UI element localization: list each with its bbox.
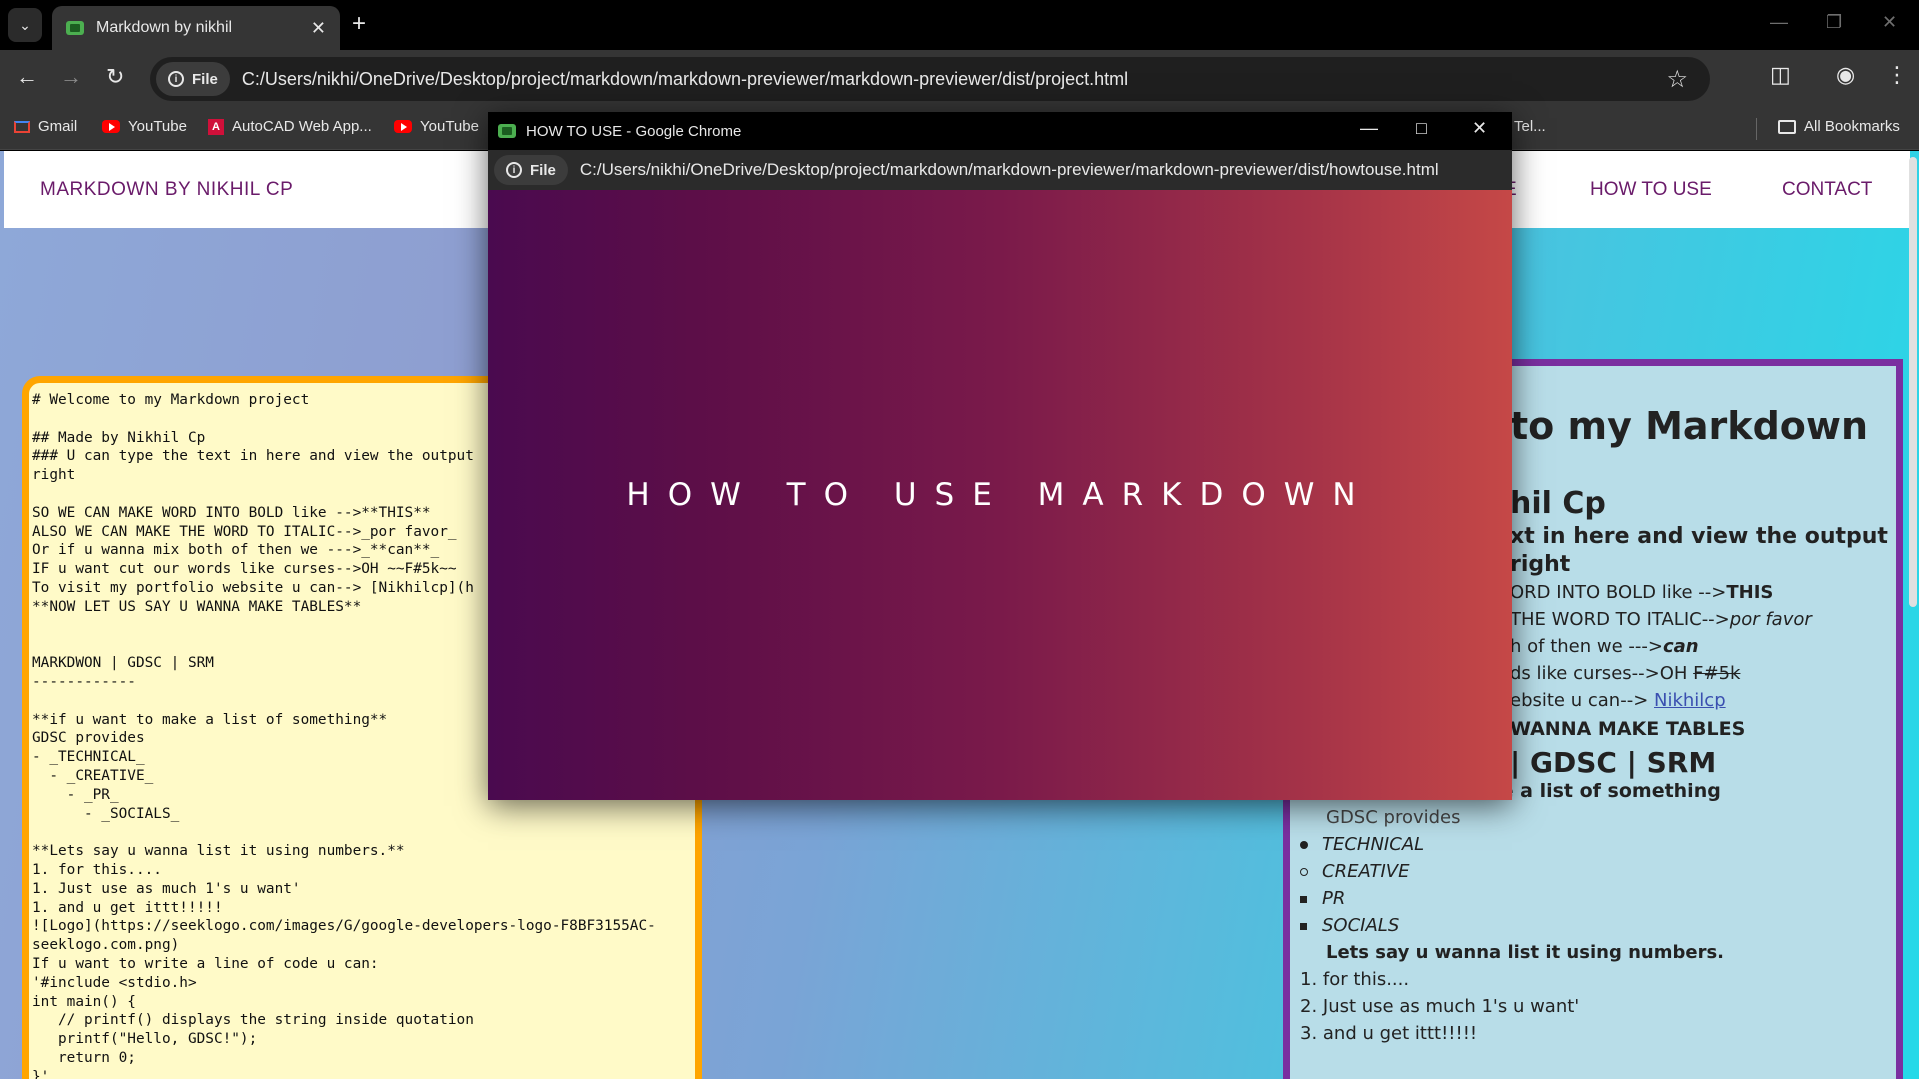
- bookmark-label: AutoCAD Web App...: [232, 118, 372, 135]
- bookmark-label: YouTube: [128, 118, 187, 135]
- gmail-icon: [14, 120, 30, 133]
- list-item: TECHNICAL: [1300, 834, 1424, 855]
- preview-link-line: ebsite u can--> Nikhilcp: [1510, 690, 1726, 711]
- youtube-icon: [102, 120, 120, 133]
- reload-icon[interactable]: ↻: [106, 64, 124, 90]
- popup-maximize-icon[interactable]: □: [1416, 118, 1427, 139]
- preview-numbers-heading: Lets say u wanna list it using numbers.: [1326, 942, 1725, 963]
- popup-window-title: HOW TO USE - Google Chrome: [526, 122, 742, 140]
- ordered-item: 2. Just use as much 1's u want': [1300, 996, 1580, 1017]
- tab-search-button[interactable]: ⌄: [8, 8, 42, 42]
- preview-mix-line: h of then we --->can: [1510, 636, 1699, 657]
- popup-site-info-chip[interactable]: i File: [494, 155, 568, 185]
- preview-bold-line: ORD INTO BOLD like -->THIS: [1510, 582, 1774, 603]
- bookmark-youtube-2[interactable]: YouTube: [394, 118, 479, 135]
- preview-h2: hil Cp: [1510, 486, 1606, 521]
- forward-arrow-icon[interactable]: →: [60, 64, 82, 90]
- list-item: PR: [1300, 888, 1345, 909]
- popup-titlebar[interactable]: HOW TO USE - Google Chrome — □ ✕: [488, 112, 1512, 150]
- bookmark-autocad[interactable]: A AutoCAD Web App...: [208, 118, 372, 135]
- ordered-item: 1. for this....: [1300, 969, 1410, 990]
- popup-minimize-icon[interactable]: —: [1360, 118, 1378, 139]
- close-tab-icon[interactable]: ✕: [311, 18, 326, 39]
- bookmark-label: Gmail: [38, 118, 78, 135]
- minimize-icon[interactable]: —: [1770, 12, 1788, 33]
- menu-kebab-icon[interactable]: ⋮: [1886, 62, 1908, 88]
- profile-avatar-icon[interactable]: ◉: [1836, 62, 1855, 88]
- url-text: C:/Users/nikhi/OneDrive/Desktop/project/…: [241, 68, 1129, 89]
- bookmark-star-icon[interactable]: ☆: [1666, 65, 1688, 94]
- tab-title: Markdown by nikhil: [96, 19, 233, 36]
- all-bookmarks-label: All Bookmarks: [1804, 118, 1900, 135]
- preview-h3-line2: right: [1510, 552, 1571, 577]
- nav-link-how-to-use[interactable]: HOW TO USE: [1590, 179, 1712, 201]
- portfolio-link[interactable]: Nikhilcp: [1654, 690, 1726, 711]
- nav-link-contact[interactable]: CONTACT: [1782, 179, 1872, 201]
- preview-h3: xt in here and view the output: [1510, 524, 1888, 549]
- folder-icon: [1778, 119, 1796, 134]
- youtube-icon: [394, 120, 412, 133]
- bookmark-youtube[interactable]: YouTube: [102, 118, 187, 135]
- bookmark-gmail[interactable]: Gmail: [14, 118, 77, 135]
- preview-italic-line: THE WORD TO ITALIC-->por favor: [1510, 609, 1812, 630]
- info-icon: i: [506, 162, 522, 178]
- site-brand[interactable]: MARKDOWN BY NIKHIL CP: [40, 179, 293, 201]
- autocad-icon: A: [208, 118, 224, 135]
- new-tab-plus-icon[interactable]: +: [352, 10, 366, 38]
- address-bar[interactable]: i File C:/Users/nikhi/OneDrive/Desktop/p…: [150, 57, 1710, 101]
- preview-curse-line: ds like curses-->OH F#5k: [1510, 663, 1741, 684]
- bookmarks-divider: [1756, 118, 1757, 140]
- extensions-puzzle-icon[interactable]: ◫: [1770, 62, 1791, 88]
- all-bookmarks-button[interactable]: All Bookmarks: [1778, 118, 1900, 135]
- preview-tables-line: WANNA MAKE TABLES: [1510, 718, 1746, 740]
- active-tab[interactable]: Markdown by nikhil ✕: [52, 6, 340, 50]
- how-to-use-popup-window: HOW TO USE - Google Chrome — □ ✕ i File …: [488, 112, 1512, 800]
- chevron-down-icon: ⌄: [19, 16, 31, 33]
- list-item: SOCIALS: [1300, 915, 1399, 936]
- popup-address-bar: i File C:/Users/nikhi/OneDrive/Desktop/p…: [488, 150, 1512, 190]
- popup-url-text: C:/Users/nikhi/OneDrive/Desktop/project/…: [579, 160, 1439, 179]
- preview-table-header: | GDSC | SRM: [1510, 746, 1717, 779]
- tab-favicon-icon: [66, 21, 84, 35]
- browser-toolbar: ← → ↻ i File C:/Users/nikhi/OneDrive/Des…: [0, 50, 1919, 108]
- site-info-chip[interactable]: i File: [156, 62, 230, 96]
- bookmark-tel[interactable]: Tel...: [1514, 118, 1546, 135]
- restore-icon[interactable]: ❐: [1826, 12, 1842, 33]
- preview-gdsc: GDSC provides: [1326, 807, 1461, 828]
- bookmark-label: Tel...: [1514, 118, 1546, 135]
- tab-strip: ⌄ Markdown by nikhil ✕ + — ❐ ✕: [0, 0, 1919, 50]
- ordered-item: 3. and u get ittt!!!!!: [1300, 1023, 1478, 1044]
- hero-container: HOW TO USE MARKDOWN: [488, 190, 1512, 800]
- file-label: File: [192, 70, 218, 88]
- bookmark-label: YouTube: [420, 118, 479, 135]
- popup-favicon-icon: [498, 124, 516, 138]
- list-item: CREATIVE: [1300, 861, 1409, 882]
- popup-hero-section: HOW TO USE MARKDOWN: [488, 190, 1512, 800]
- hero-title: HOW TO USE MARKDOWN: [626, 477, 1374, 513]
- file-label: File: [530, 161, 556, 179]
- info-icon: i: [168, 71, 184, 87]
- close-window-icon[interactable]: ✕: [1882, 12, 1897, 33]
- preview-h1: to my Markdown: [1510, 404, 1869, 448]
- page-scrollbar[interactable]: [1909, 157, 1917, 607]
- popup-close-icon[interactable]: ✕: [1472, 118, 1487, 139]
- back-arrow-icon[interactable]: ←: [16, 64, 38, 90]
